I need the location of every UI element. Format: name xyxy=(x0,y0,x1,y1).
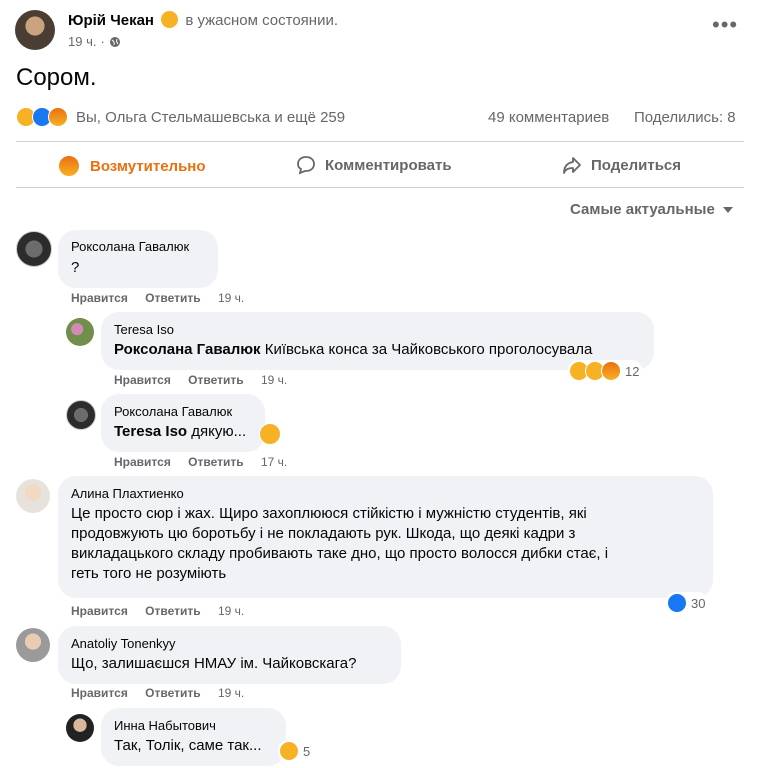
comment-line: продовжують цю боротьбу і не покладають … xyxy=(71,525,576,542)
share-label: Поделиться xyxy=(591,156,682,174)
chevron-down-icon xyxy=(722,206,733,213)
comment-body: Київська конса за Чайковського проголосу… xyxy=(264,341,593,358)
commenter-name[interactable]: Инна Набытович xyxy=(114,718,216,733)
sort-label: Самые актуальные xyxy=(570,201,715,218)
globe-icon xyxy=(109,36,120,47)
angry-reaction-icon xyxy=(601,361,621,381)
post-time[interactable]: 19 ч. xyxy=(68,34,96,49)
reaction-count: 30 xyxy=(691,595,706,611)
comment-body: дякую... xyxy=(191,423,247,440)
divider xyxy=(16,187,744,188)
angry-icon xyxy=(58,155,80,177)
divider xyxy=(16,141,744,142)
avatar[interactable] xyxy=(16,628,50,662)
comment-time[interactable]: 19 ч. xyxy=(261,373,287,387)
comment-time[interactable]: 19 ч. xyxy=(218,604,244,618)
comment-line: Це просто сюр і жах. Щиро захоплююся сті… xyxy=(71,505,587,522)
comment-text: Це просто сюр і жах. Щиро захоплююся сті… xyxy=(71,504,608,584)
like-link[interactable]: Нравится xyxy=(71,686,128,700)
comment-actions: Нравится Ответить 19 ч. xyxy=(71,291,258,305)
comment-text: Так, Толік, саме так... xyxy=(114,737,262,754)
feeling-icon xyxy=(161,11,179,28)
comment-label: Комментировать xyxy=(325,156,452,174)
comment-reactions[interactable]: 5 xyxy=(278,740,314,762)
commenter-name[interactable]: Роксолана Гавалюк xyxy=(114,404,232,419)
share-button[interactable]: Поделиться xyxy=(562,155,681,175)
reaction-count: 5 xyxy=(303,743,311,759)
comment-icon xyxy=(297,156,315,175)
comment-actions: Нравится Ответить 17 ч. xyxy=(114,455,301,469)
like-reaction-icon xyxy=(667,593,687,613)
avatar[interactable] xyxy=(16,479,50,513)
reactions-summary[interactable]: Вы, Ольга Стельмашевська и ещё 259 xyxy=(16,107,345,127)
comment-bubble: Роксолана Гавалюк Teresa Iso дякую... xyxy=(101,394,265,452)
avatar[interactable] xyxy=(16,231,52,267)
comment-button[interactable]: Комментировать xyxy=(296,155,452,175)
comment-line: геть того не розуміють xyxy=(71,565,227,582)
like-link[interactable]: Нравится xyxy=(114,455,171,469)
reply-link[interactable]: Ответить xyxy=(188,373,243,387)
reply-link[interactable]: Ответить xyxy=(145,604,200,618)
author-avatar[interactable] xyxy=(15,10,55,50)
reaction-count: 12 xyxy=(625,363,640,379)
like-link[interactable]: Нравится xyxy=(71,291,128,305)
sad-reaction-icon xyxy=(279,741,299,761)
more-options-icon[interactable]: ••• xyxy=(712,14,738,36)
comment-bubble: Инна Набытович Так, Толік, саме так... xyxy=(101,708,286,766)
comments-count[interactable]: 49 комментариев xyxy=(488,109,609,126)
mention-link[interactable]: Роксолана Гавалюк xyxy=(114,341,261,358)
react-label: Возмутительно xyxy=(90,157,206,175)
reply-link[interactable]: Ответить xyxy=(145,686,200,700)
comment-actions: Нравится Ответить 19 ч. xyxy=(114,373,301,387)
avatar[interactable] xyxy=(66,318,94,346)
commenter-name[interactable]: Teresa Iso xyxy=(114,322,174,337)
care-reaction-icon[interactable] xyxy=(259,423,281,445)
comment-bubble: Роксолана Гавалюк ? xyxy=(58,230,218,288)
avatar[interactable] xyxy=(66,714,94,742)
share-icon xyxy=(563,157,581,174)
reactions-text: Вы, Ольга Стельмашевська и ещё 259 xyxy=(76,108,346,126)
post-text: Сором. xyxy=(16,64,97,91)
like-link[interactable]: Нравится xyxy=(114,373,171,387)
post-header-line: Юрій Чекан в ужасном состоянии. xyxy=(68,11,338,29)
comment-bubble: Алина Плахтиенко Це просто сюр і жах. Щи… xyxy=(58,476,713,598)
commenter-name[interactable]: Алина Плахтиенко xyxy=(71,486,184,501)
comment-time[interactable]: 17 ч. xyxy=(261,455,287,469)
comment-reactions[interactable]: 12 xyxy=(568,360,643,382)
author-name[interactable]: Юрій Чекан xyxy=(68,12,154,29)
mention-link[interactable]: Teresa Iso xyxy=(114,423,187,440)
post-meta: 19 ч. · xyxy=(68,34,121,49)
comment-reactions[interactable]: 30 xyxy=(666,592,709,614)
comment-text: ? xyxy=(71,259,80,276)
reply-link[interactable]: Ответить xyxy=(145,291,200,305)
comment-actions: Нравится Ответить 19 ч. xyxy=(71,686,258,700)
angry-reaction-icon xyxy=(48,107,68,127)
sort-dropdown[interactable]: Самые актуальные xyxy=(570,201,734,218)
comment-time[interactable]: 19 ч. xyxy=(218,686,244,700)
shares-count[interactable]: Поделились: 8 xyxy=(634,109,736,126)
comment-line: викладацького складу пробивають таке дно… xyxy=(71,545,609,562)
like-link[interactable]: Нравится xyxy=(71,604,128,618)
comment-time[interactable]: 19 ч. xyxy=(218,291,244,305)
react-button[interactable]: Возмутительно xyxy=(58,155,206,177)
comment-bubble: Anatoliy Tonenkyy Що, залишаєшся НМАУ ім… xyxy=(58,626,401,684)
reply-link[interactable]: Ответить xyxy=(188,455,243,469)
commenter-name[interactable]: Роксолана Гавалюк xyxy=(71,239,189,254)
avatar[interactable] xyxy=(66,400,96,430)
feeling-text: в ужасном состоянии. xyxy=(185,12,339,29)
comment-actions: Нравится Ответить 19 ч. xyxy=(71,604,258,618)
comment-text: Що, залишаєшся НМАУ ім. Чайковскага? xyxy=(71,655,357,672)
comment-text: Teresa Iso дякую... xyxy=(114,422,246,442)
commenter-name[interactable]: Anatoliy Tonenkyy xyxy=(71,636,176,651)
comment-text: Роксолана Гавалюк Київська конса за Чайк… xyxy=(114,340,592,360)
